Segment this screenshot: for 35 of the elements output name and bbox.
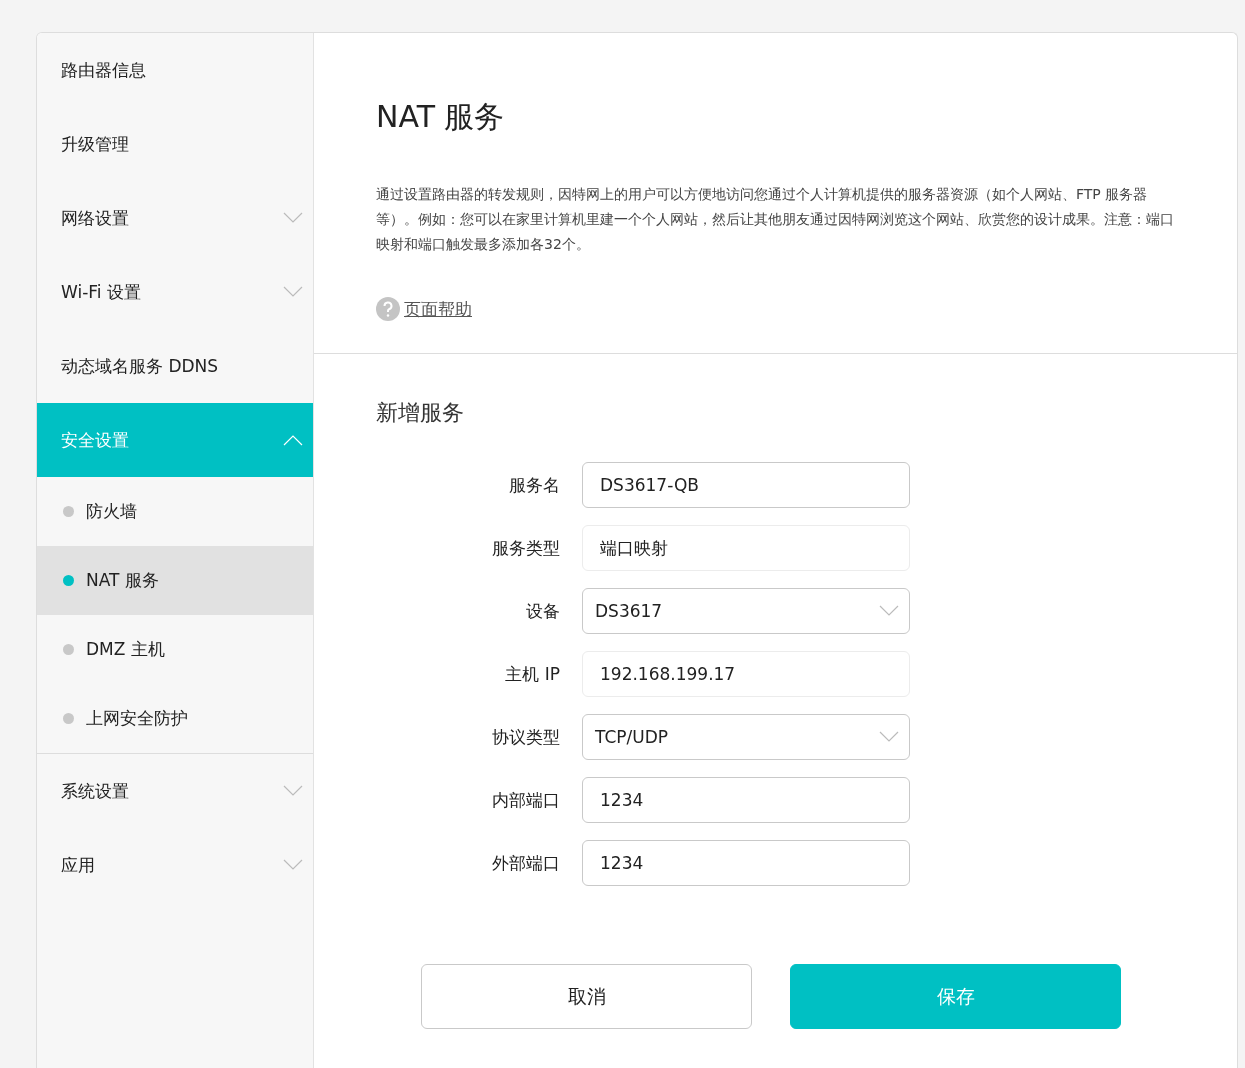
field-label: 内部端口: [491, 788, 561, 812]
sidebar-item[interactable]: 动态域名服务 DDNS: [37, 329, 313, 403]
description-text: 通过设置路由器的转发规则，因特网上的用户可以方便地访问您通过个人计算机提供的服务器资源（如个人网站、FTP 服务器等）。例如：您可以在家里计算机里建一个个人网站，然后让其他朋友通过因特网浏览这个网站、欣赏您的设计成果。注意：端口映射和端口触发最多添加各32个。: [376, 185, 1175, 254]
help-link[interactable]: 页面帮助: [404, 297, 472, 321]
sidebar-item[interactable]: 应用: [37, 828, 313, 902]
bullet-icon: [63, 713, 74, 724]
bullet-icon: [63, 575, 74, 586]
sidebar-item[interactable]: 升级管理: [37, 107, 313, 181]
input-field[interactable]: 1234: [582, 840, 910, 886]
bullet-icon: [63, 506, 74, 517]
page-title: NAT 服务: [376, 98, 506, 136]
chevron-icon: [879, 731, 899, 743]
field-label: 主机 IP: [504, 662, 561, 686]
section-title: 新增服务: [376, 399, 465, 427]
sidebar-item[interactable]: Wi-Fi 设置: [37, 255, 313, 329]
dropdown-field[interactable]: DS3617: [582, 588, 910, 634]
field-label: 外部端口: [491, 851, 561, 875]
input-field[interactable]: DS3617-QB: [582, 462, 910, 508]
chevron-icon: [879, 605, 899, 617]
sidebar-subitem[interactable]: NAT 服务: [37, 546, 313, 615]
field-label: 设备: [525, 599, 561, 623]
help-icon: [376, 297, 400, 321]
bullet-icon: [63, 644, 74, 655]
sidebar-subitem[interactable]: 防火墙: [37, 477, 313, 546]
field-label: 服务名: [508, 473, 561, 497]
dropdown-field[interactable]: TCP/UDP: [582, 714, 910, 760]
sidebar-item[interactable]: 网络设置: [37, 181, 313, 255]
field-label: 协议类型: [491, 725, 561, 749]
sidebar-item[interactable]: 系统设置: [37, 754, 313, 828]
field-label: 服务类型: [491, 536, 561, 560]
sidebar-subitem[interactable]: 上网安全防护: [37, 684, 313, 753]
input-field[interactable]: 1234: [582, 777, 910, 823]
sidebar-subitem[interactable]: DMZ 主机: [37, 615, 313, 684]
sidebar-item[interactable]: 路由器信息: [37, 33, 313, 107]
cancel-button[interactable]: 取消: [421, 964, 752, 1029]
